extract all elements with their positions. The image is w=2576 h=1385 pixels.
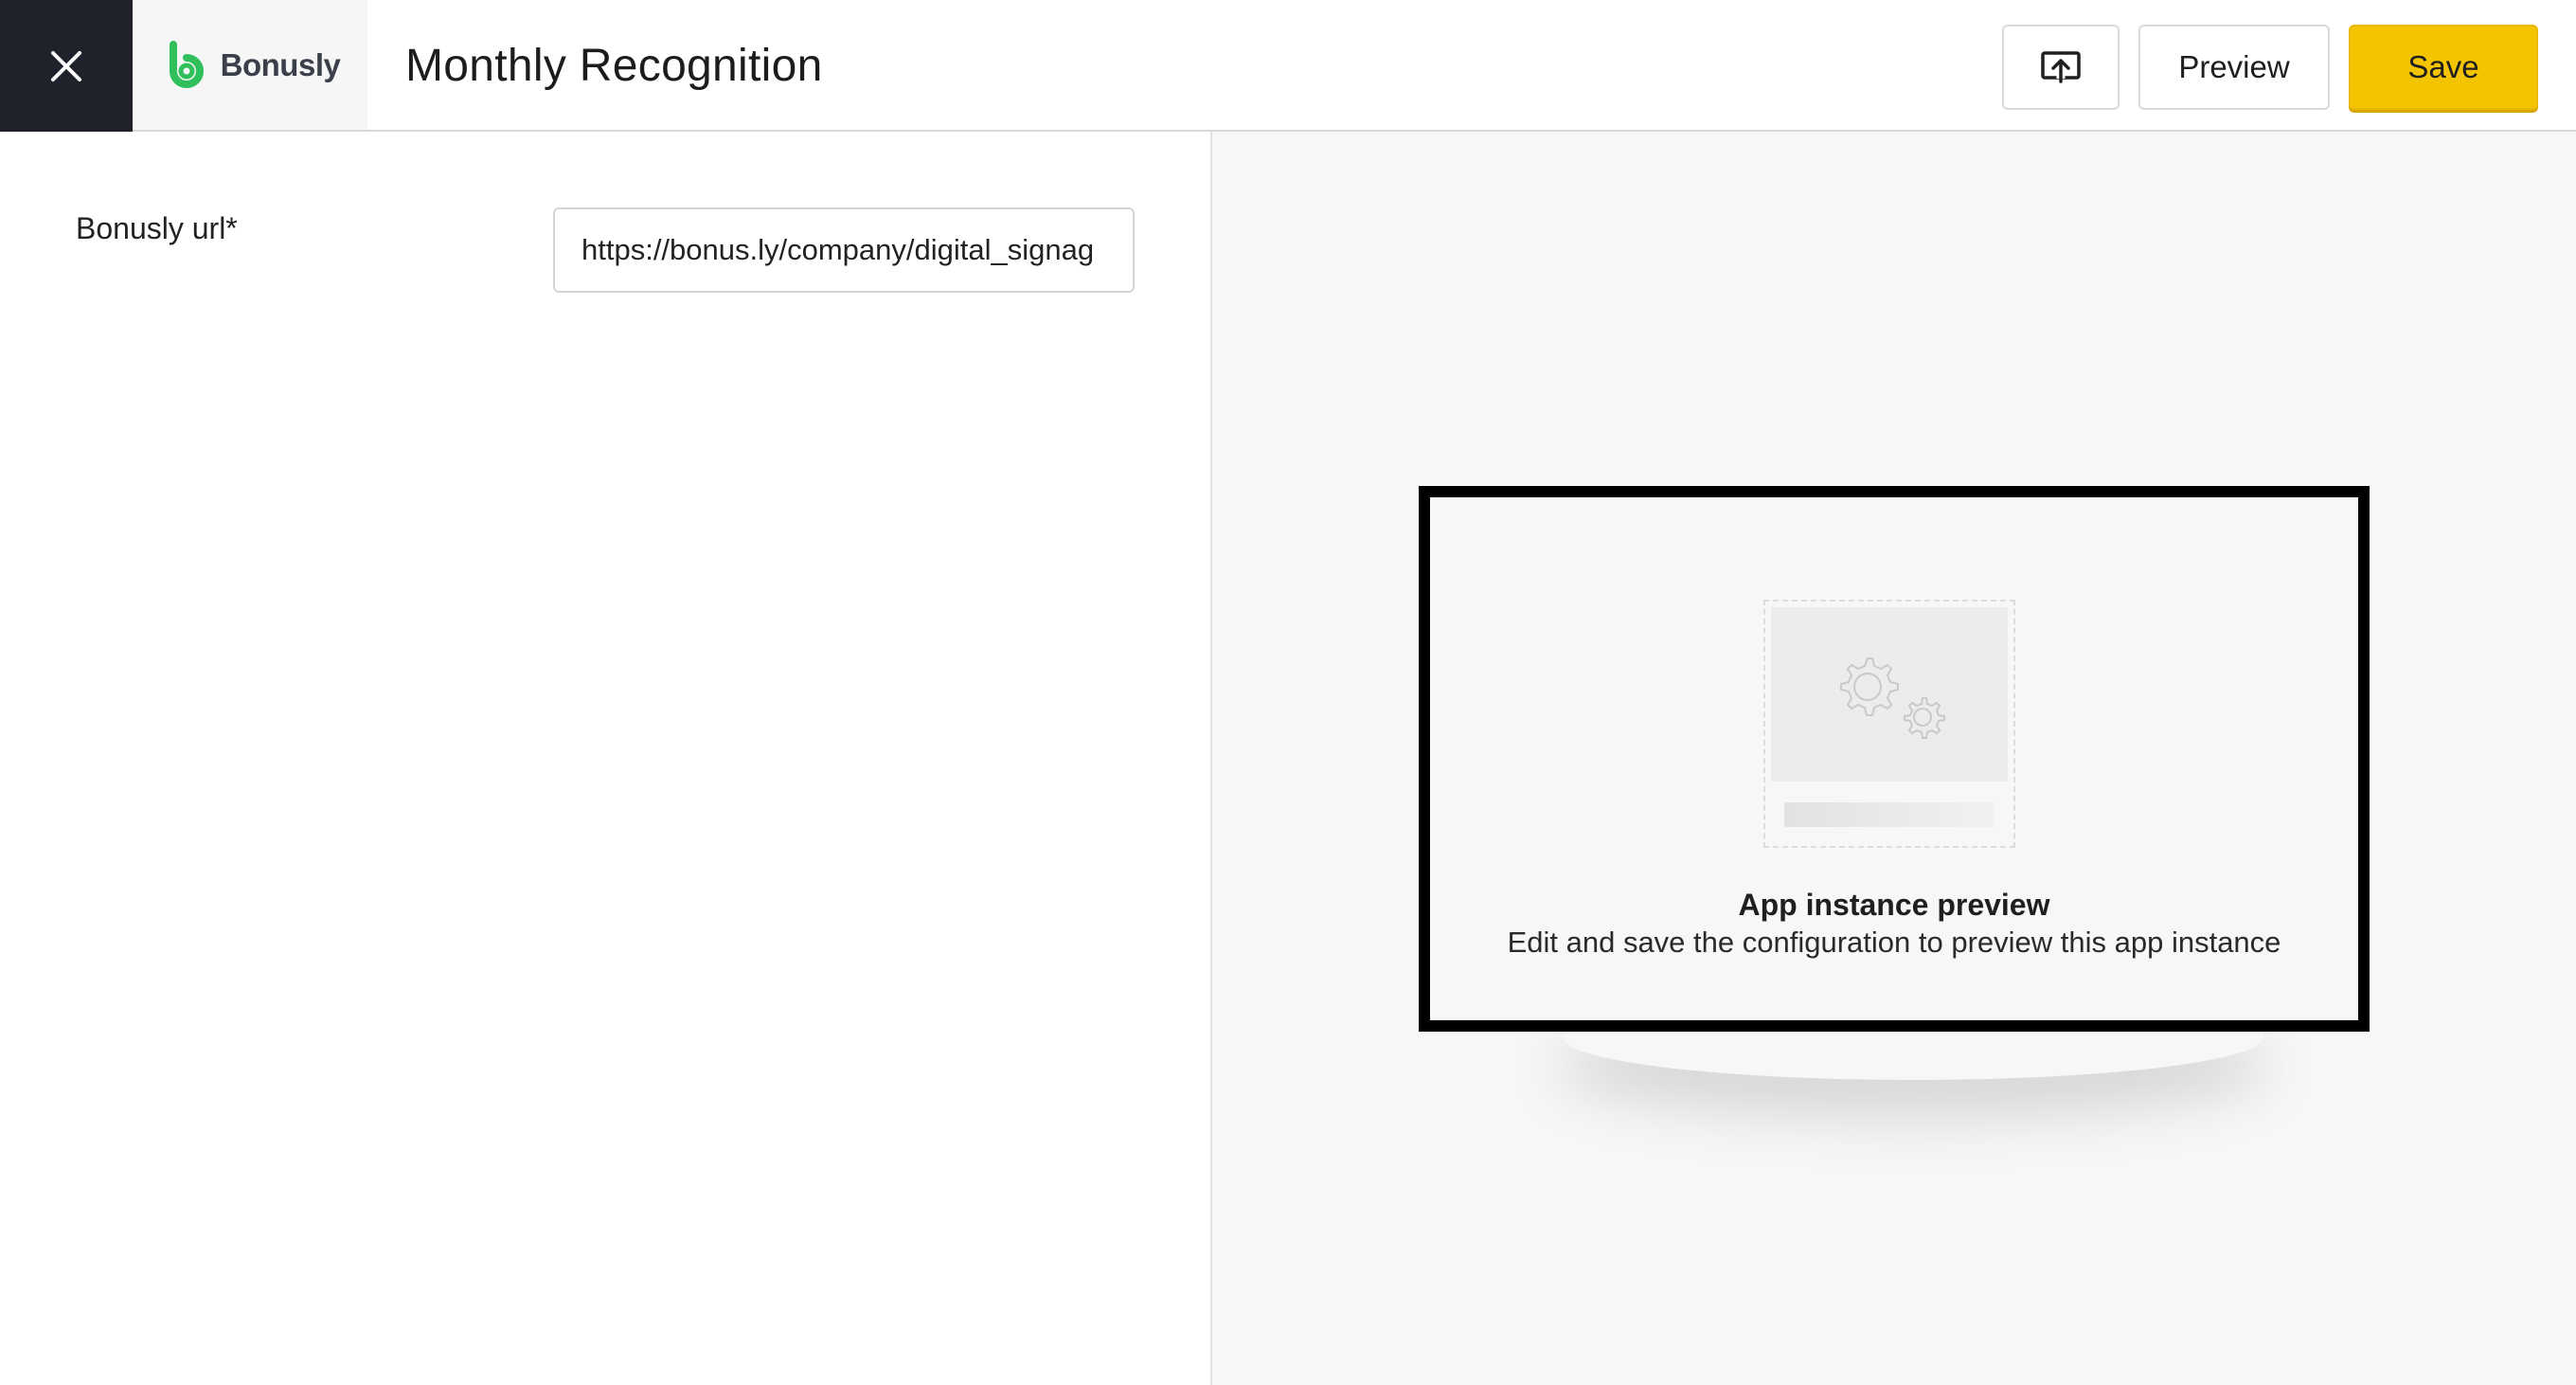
preview-screen: App instance preview Edit and save the c… bbox=[1419, 486, 2370, 1032]
preview-button[interactable]: Preview bbox=[2138, 25, 2330, 110]
gears-icon bbox=[1840, 657, 1945, 739]
close-button[interactable] bbox=[0, 0, 133, 132]
close-icon bbox=[51, 50, 81, 81]
top-bar: Bonusly Monthly Recognition Preview Save bbox=[0, 0, 2576, 132]
logo-text: Bonusly bbox=[220, 46, 341, 82]
placeholder-card bbox=[1763, 600, 2015, 848]
preview-subtitle: Edit and save the configuration to previ… bbox=[1507, 926, 2281, 959]
cast-to-screen-button[interactable] bbox=[2002, 25, 2120, 110]
placeholder-bar bbox=[1784, 802, 1995, 827]
cast-screen-icon bbox=[2041, 51, 2081, 83]
preview-title: App instance preview bbox=[1738, 888, 2050, 922]
configuration-panel: Bonusly url* bbox=[0, 132, 1210, 1385]
bonusly-url-label: Bonusly url* bbox=[76, 211, 238, 245]
page-title: Monthly Recognition bbox=[405, 41, 823, 91]
placeholder-image bbox=[1771, 607, 2008, 782]
app-logo: Bonusly bbox=[133, 0, 367, 130]
bonusly-logo-icon bbox=[169, 40, 204, 88]
save-button[interactable]: Save bbox=[2349, 25, 2538, 110]
bonusly-url-input[interactable] bbox=[553, 207, 1135, 293]
